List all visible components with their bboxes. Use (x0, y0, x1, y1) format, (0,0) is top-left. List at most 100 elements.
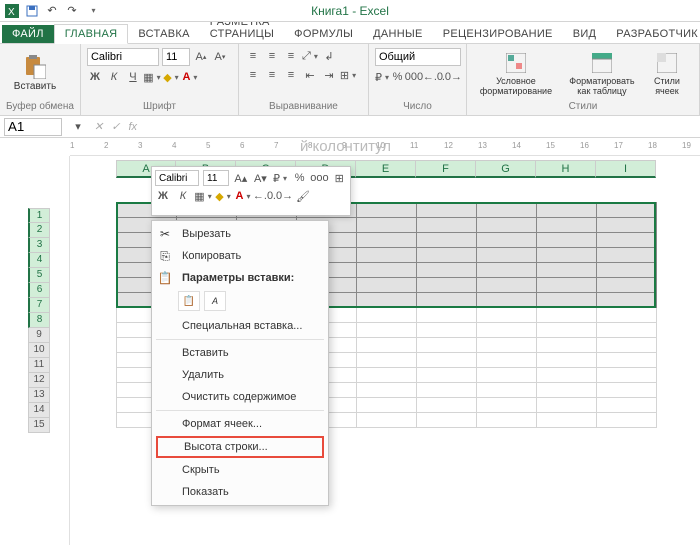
name-dropdown-icon[interactable]: ▾ (70, 119, 86, 135)
ctx-copy[interactable]: ⎘Копировать (152, 245, 328, 267)
cell[interactable] (597, 203, 657, 218)
column-header-G[interactable]: G (476, 160, 536, 178)
format-as-table-button[interactable]: Форматировать как таблицу (563, 48, 641, 99)
cell[interactable] (597, 218, 657, 233)
tab-review[interactable]: РЕЦЕНЗИРОВАНИЕ (433, 25, 563, 43)
cell[interactable] (477, 323, 537, 338)
cell[interactable] (477, 218, 537, 233)
mini-currency-icon[interactable]: ₽ (272, 170, 288, 186)
cell[interactable] (417, 383, 477, 398)
fx-icon[interactable]: fx (128, 121, 137, 133)
cell[interactable] (597, 368, 657, 383)
cell[interactable] (417, 308, 477, 323)
qat-customize-icon[interactable] (84, 3, 100, 19)
align-top-icon[interactable]: ≡ (245, 48, 261, 64)
cell[interactable] (417, 278, 477, 293)
name-box[interactable] (4, 118, 62, 136)
ctx-clear[interactable]: Очистить содержимое (152, 386, 328, 408)
tab-view[interactable]: ВИД (563, 25, 607, 43)
cell[interactable] (477, 278, 537, 293)
cell[interactable] (417, 368, 477, 383)
cell[interactable] (477, 293, 537, 308)
cell[interactable] (417, 218, 477, 233)
decrease-font-icon[interactable]: A▾ (212, 49, 228, 65)
cell[interactable] (597, 383, 657, 398)
cell[interactable] (357, 308, 417, 323)
cell[interactable] (477, 353, 537, 368)
save-icon[interactable] (24, 3, 40, 19)
column-header-E[interactable]: E (356, 160, 416, 178)
cell[interactable] (537, 278, 597, 293)
cell[interactable] (357, 203, 417, 218)
mini-comma-icon[interactable]: ооо (311, 170, 327, 186)
paste-option-1[interactable]: 📋 (178, 291, 200, 311)
mini-format-painter-icon[interactable]: 🖌 (295, 188, 311, 204)
cell[interactable] (357, 398, 417, 413)
cell[interactable] (537, 293, 597, 308)
number-format-input[interactable] (375, 48, 461, 66)
border-icon[interactable]: ▦ (144, 69, 160, 85)
cell[interactable] (417, 338, 477, 353)
row-header-13[interactable]: 13 (28, 388, 50, 403)
mini-font-size[interactable] (203, 170, 229, 186)
row-header-2[interactable]: 2 (28, 223, 50, 238)
cell[interactable] (417, 323, 477, 338)
cell[interactable] (417, 398, 477, 413)
mini-bold-icon[interactable]: Ж (155, 188, 171, 204)
align-right-icon[interactable]: ≡ (283, 67, 299, 83)
cell[interactable] (357, 233, 417, 248)
cell[interactable] (597, 278, 657, 293)
row-header-8[interactable]: 8 (28, 313, 50, 328)
row-header-4[interactable]: 4 (28, 253, 50, 268)
font-size-input[interactable] (162, 48, 190, 66)
cell[interactable] (357, 338, 417, 353)
cell[interactable] (537, 203, 597, 218)
tab-data[interactable]: ДАННЫЕ (363, 25, 433, 43)
cell[interactable] (357, 218, 417, 233)
cell[interactable] (537, 308, 597, 323)
cell[interactable] (537, 338, 597, 353)
cell[interactable] (537, 233, 597, 248)
mini-italic-icon[interactable]: К (175, 188, 191, 204)
cell[interactable] (597, 233, 657, 248)
ctx-show[interactable]: Показать (152, 481, 328, 503)
tab-dev[interactable]: РАЗРАБОТЧИК (606, 25, 700, 43)
tab-home[interactable]: ГЛАВНАЯ (54, 24, 129, 44)
cell[interactable] (537, 398, 597, 413)
cell[interactable] (357, 323, 417, 338)
cell[interactable] (417, 353, 477, 368)
bold-icon[interactable]: Ж (87, 69, 103, 85)
mini-font-name[interactable] (155, 170, 199, 186)
cell[interactable] (537, 413, 597, 428)
cell[interactable] (597, 413, 657, 428)
increase-decimal-icon[interactable]: ←.0 (425, 69, 441, 85)
mini-border-icon[interactable]: ▦ (195, 188, 211, 204)
ctx-insert[interactable]: Вставить (152, 342, 328, 364)
cell[interactable] (537, 218, 597, 233)
cell[interactable] (597, 353, 657, 368)
align-center-icon[interactable]: ≡ (264, 67, 280, 83)
row-header-9[interactable]: 9 (28, 328, 50, 343)
cell[interactable] (477, 368, 537, 383)
percent-icon[interactable]: % (392, 69, 403, 85)
mini-decrease-font-icon[interactable]: A▾ (253, 170, 269, 186)
tab-insert[interactable]: ВСТАВКА (128, 25, 199, 43)
mini-merge-icon[interactable]: ⊞ (331, 170, 347, 186)
cell[interactable] (357, 353, 417, 368)
cell[interactable] (597, 323, 657, 338)
mini-inc-decimal-icon[interactable]: .0→ (275, 188, 291, 204)
cell[interactable] (477, 248, 537, 263)
paste-button[interactable]: Вставить (6, 52, 64, 94)
cell[interactable] (357, 278, 417, 293)
ctx-hide[interactable]: Скрыть (152, 459, 328, 481)
increase-font-icon[interactable]: A▴ (193, 49, 209, 65)
font-name-input[interactable] (87, 48, 159, 66)
cell-styles-button[interactable]: Стили ячеек (645, 48, 689, 99)
cell[interactable] (417, 203, 477, 218)
cell[interactable] (357, 248, 417, 263)
fill-color-icon[interactable]: ◆ (163, 69, 179, 85)
ctx-paste-special[interactable]: Специальная вставка... (152, 315, 328, 337)
cell[interactable] (477, 308, 537, 323)
cell[interactable] (537, 368, 597, 383)
ctx-format-cells[interactable]: Формат ячеек... (152, 413, 328, 435)
